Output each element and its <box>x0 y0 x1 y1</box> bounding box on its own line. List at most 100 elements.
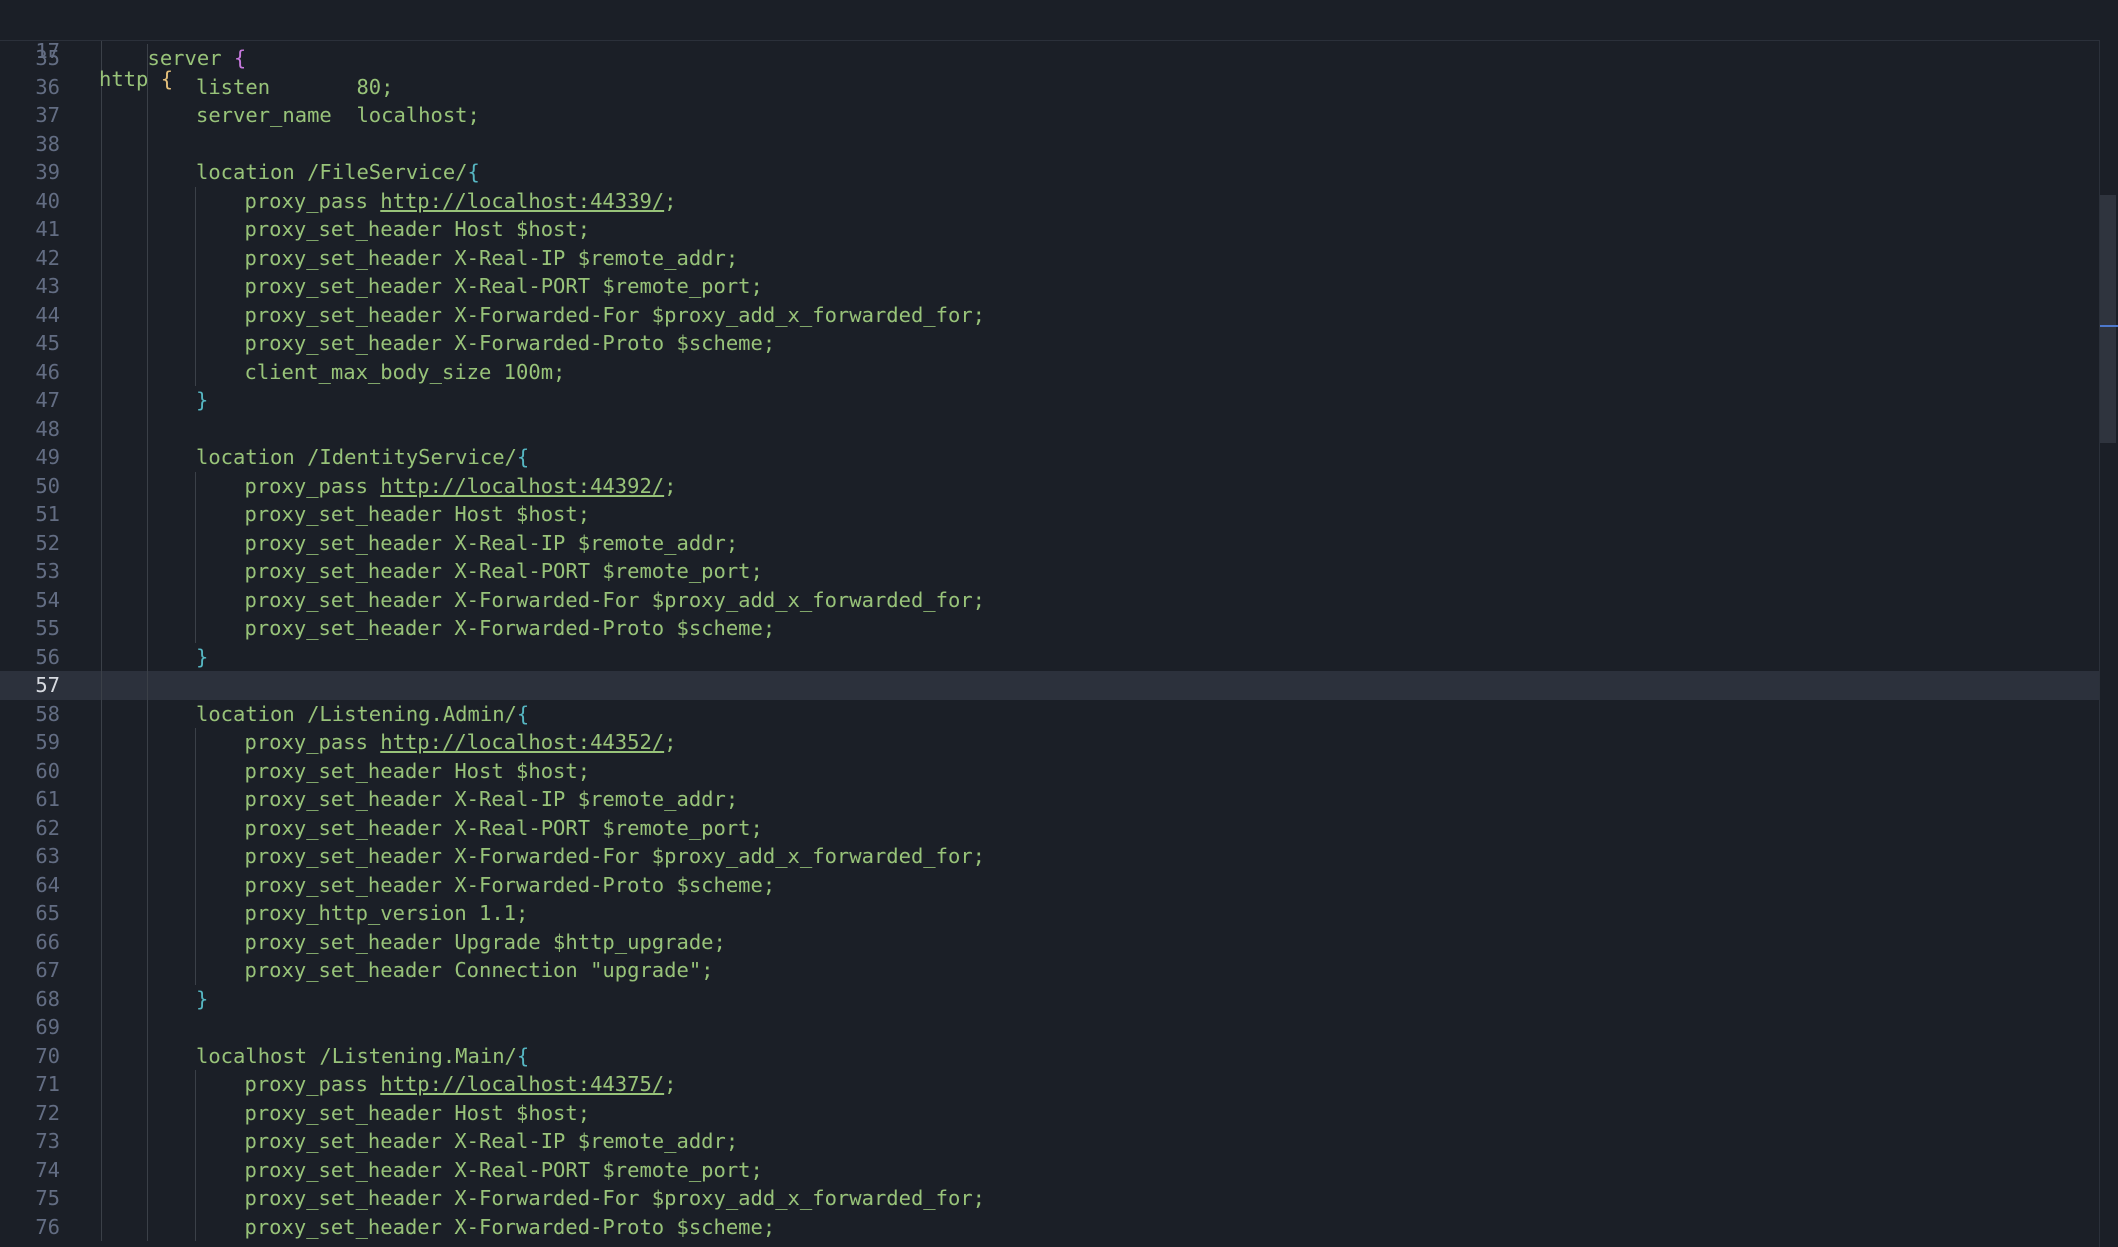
line-number: 39 <box>35 160 60 184</box>
line-number: 69 <box>35 1015 60 1039</box>
code-line[interactable]: 61 proxy_set_header X-Real-IP $remote_add… <box>0 785 2100 814</box>
code-token: proxy_pass <box>244 473 381 498</box>
code-line[interactable]: 70 localhost /Listening.Main/{ <box>0 1042 2100 1071</box>
code-line[interactable]: 68} <box>0 985 2100 1014</box>
code-token: proxy_set_header X-Forwarded-Proto $sche… <box>244 872 776 897</box>
brace: { <box>160 67 174 91</box>
line-number: 45 <box>35 331 60 355</box>
line-content: } <box>196 985 208 1014</box>
line-number: 47 <box>35 388 60 412</box>
line-content: proxy_set_header X-Forwarded-Proto $sche… <box>245 329 776 358</box>
line-content: proxy_set_header X-Forwarded-For $proxy_… <box>245 842 986 871</box>
code-line[interactable]: 49 location /IdentityService/{ <box>0 443 2100 472</box>
line-content: proxy_set_header Host $host; <box>245 1099 591 1128</box>
code-line[interactable]: 57 <box>0 671 2100 700</box>
indent-guide <box>195 1070 196 1241</box>
code-line[interactable]: 55 proxy_set_header X-Forwarded-Proto $sc… <box>0 614 2100 643</box>
code-line[interactable]: 66 proxy_set_header Upgrade $http_upgrade… <box>0 928 2100 957</box>
code-line[interactable]: 76 proxy_set_header X-Forwarded-Proto $sc… <box>0 1213 2100 1242</box>
code-editor[interactable]: 17 http { 35 server {36 listen 80; 37 server… <box>0 0 2118 1247</box>
code-line[interactable]: 47} <box>0 386 2100 415</box>
line-number: 61 <box>35 787 60 811</box>
code-line[interactable]: 56} <box>0 643 2100 672</box>
scrollbar-thumb[interactable] <box>2100 195 2116 443</box>
line-number: 48 <box>35 416 60 441</box>
line-number: 46 <box>35 359 60 384</box>
code-token: proxy_set_header Host $host; <box>244 758 591 783</box>
code-line[interactable]: 60 proxy_set_header Host $host; <box>0 757 2100 786</box>
code-line[interactable]: 75 proxy_set_header X-Forwarded-For $prox… <box>0 1184 2100 1213</box>
line-content: proxy_set_header X-Real-IP $remote_addr; <box>245 244 739 273</box>
brace: } <box>196 986 209 1011</box>
code-token: proxy_set_header X-Forwarded-Proto $sche… <box>244 616 776 640</box>
url-link[interactable]: http://localhost:44375/ <box>380 1072 664 1096</box>
line-content: proxy_set_header X-Real-IP $remote_addr; <box>245 529 739 558</box>
code-lines[interactable]: 35 server {36 listen 80; 37 server_name loca… <box>0 44 2100 1241</box>
code-token: localhost /Listening.Main/ <box>196 1043 517 1068</box>
line-number: 74 <box>35 1157 60 1182</box>
line-content: proxy_set_header X-Real-PORT $remote_por… <box>245 814 763 843</box>
line-number: 56 <box>35 644 60 669</box>
code-line[interactable]: 36 listen 80; <box>0 73 2100 102</box>
code-token: proxy_set_header X-Forwarded-For $proxy_… <box>244 844 986 868</box>
code-line[interactable]: 74 proxy_set_header X-Real-PORT $remote_p… <box>0 1156 2100 1185</box>
code-line[interactable]: 62 proxy_set_header X-Real-PORT $remote_p… <box>0 814 2100 843</box>
line-content: proxy_set_header Host $host; <box>245 757 591 786</box>
line-content: proxy_set_header X-Real-PORT $remote_por… <box>245 557 763 586</box>
code-line[interactable]: 44 proxy_set_header X-Forwarded-For $prox… <box>0 301 2100 330</box>
url-link[interactable]: http://localhost:44352/ <box>380 730 664 754</box>
indent-guide <box>195 728 196 985</box>
code-line[interactable]: 54 proxy_set_header X-Forwarded-For $prox… <box>0 586 2100 615</box>
code-line[interactable]: 35 server { <box>0 44 2100 73</box>
brace: } <box>196 388 209 412</box>
code-line[interactable]: 38 <box>0 130 2100 159</box>
line-number: 75 <box>35 1186 60 1210</box>
line-content: proxy_set_header X-Forwarded-Proto $sche… <box>245 1213 776 1242</box>
code-line[interactable]: 51 proxy_set_header Host $host; <box>0 500 2100 529</box>
code-line[interactable]: 67 proxy_set_header Connection "upgrade"; <box>0 956 2100 985</box>
code-line[interactable]: 71 proxy_pass http://localhost:44375/; <box>0 1070 2100 1099</box>
url-link[interactable]: http://localhost:44392/ <box>380 474 664 498</box>
code-line[interactable]: 40 proxy_pass http://localhost:44339/; <box>0 187 2100 216</box>
code-line[interactable]: 37 server_name localhost; <box>0 101 2100 130</box>
code-token: proxy_set_header X-Forwarded-Proto $sche… <box>244 1214 776 1239</box>
code-line[interactable]: 69 <box>0 1013 2100 1042</box>
line-number: 60 <box>35 758 60 783</box>
sticky-line[interactable]: 17 http { <box>0 8 2100 92</box>
code-token: location /FileService/ <box>196 160 468 184</box>
code-token: proxy_set_header X-Real-PORT $remote_por… <box>244 559 763 583</box>
code-line[interactable]: 52 proxy_set_header X-Real-IP $remote_add… <box>0 529 2100 558</box>
line-content: location /IdentityService/{ <box>196 443 529 472</box>
vertical-scrollbar[interactable] <box>2099 0 2118 1247</box>
code-line[interactable]: 48 <box>0 415 2100 444</box>
code-line[interactable]: 45 proxy_set_header X-Forwarded-Proto $sc… <box>0 329 2100 358</box>
line-content: proxy_set_header Connection "upgrade"; <box>245 956 714 985</box>
code-line[interactable]: 39 location /FileService/{ <box>0 158 2100 187</box>
code-line[interactable]: 73 proxy_set_header X-Real-IP $remote_add… <box>0 1127 2100 1156</box>
line-number: 66 <box>35 929 60 954</box>
code-line[interactable]: 42 proxy_set_header X-Real-IP $remote_add… <box>0 244 2100 273</box>
code-line[interactable]: 65 proxy_http_version 1.1; <box>0 899 2100 928</box>
line-content: proxy_set_header Upgrade $http_upgrade; <box>245 928 726 957</box>
code-line[interactable]: 64 proxy_set_header X-Forwarded-Proto $sc… <box>0 871 2100 900</box>
code-line[interactable]: 63 proxy_set_header X-Forwarded-For $prox… <box>0 842 2100 871</box>
line-number: 63 <box>35 844 60 868</box>
code-line[interactable]: 53 proxy_set_header X-Real-PORT $remote_p… <box>0 557 2100 586</box>
line-number: 53 <box>35 559 60 583</box>
line-content: proxy_set_header X-Real-IP $remote_addr; <box>245 785 739 814</box>
code-line[interactable]: 58 location /Listening.Admin/{ <box>0 700 2100 729</box>
code-line[interactable]: 43 proxy_set_header X-Real-PORT $remote_p… <box>0 272 2100 301</box>
url-link[interactable]: http://localhost:44339/ <box>380 189 664 213</box>
code-line[interactable]: 41 proxy_set_header Host $host; <box>0 215 2100 244</box>
code-line[interactable]: 59 proxy_pass http://localhost:44352/; <box>0 728 2100 757</box>
code-token: proxy_set_header Host $host; <box>244 217 591 241</box>
line-content: proxy_set_header Host $host; <box>245 500 591 529</box>
code-token: proxy_http_version 1.1; <box>244 901 529 925</box>
line-number: 55 <box>35 616 60 640</box>
line-number: 17 <box>35 38 60 63</box>
sticky-scroll-header[interactable]: 17 http { <box>0 0 2100 92</box>
code-line[interactable]: 50 proxy_pass http://localhost:44392/; <box>0 472 2100 501</box>
code-line[interactable]: 72 proxy_set_header Host $host; <box>0 1099 2100 1128</box>
brace: { <box>467 160 480 184</box>
code-line[interactable]: 46 client_max_body_size 100m; <box>0 358 2100 387</box>
